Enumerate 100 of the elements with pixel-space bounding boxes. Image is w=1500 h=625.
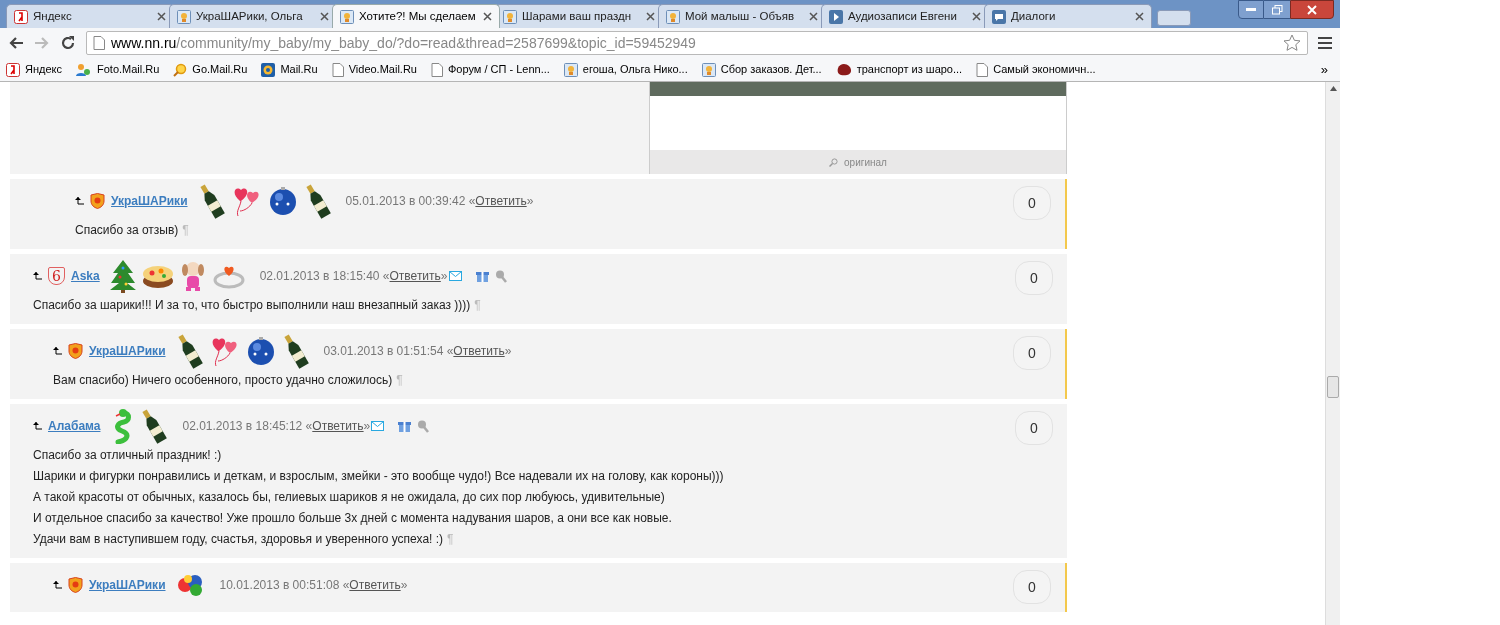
star-icon[interactable] xyxy=(1283,34,1301,52)
comment-text: А такой красоты от обычных, казалось бы, гелиевых шариков я не ожидала, до сих пор любуюсь, удивительные) xyxy=(33,489,665,506)
comment-text: Удачи вам в наступившем году, счастья, здоровья и уверенного успеха! :) xyxy=(33,531,444,548)
reload-icon[interactable] xyxy=(60,35,76,51)
bookmark-item[interactable]: Яндекс xyxy=(6,61,62,78)
tab-title: Аудиозаписи Евгени xyxy=(848,8,958,24)
comment-date: 10.01.2013 в 00:51:08 « xyxy=(219,577,350,594)
pilcrow-mark: ¶ xyxy=(182,222,189,239)
scrollbar-thumb[interactable] xyxy=(1327,376,1339,398)
document-icon xyxy=(430,62,443,77)
bookmark-item[interactable]: Go.Mail.Ru xyxy=(173,61,248,78)
toy-dog-icon xyxy=(179,260,206,292)
comment-text: Спасибо за шарики!!! И за то, что быстро выполнили наш внезапный заказ )))) xyxy=(33,297,471,314)
comment-date: 05.01.2013 в 00:39:42 « xyxy=(345,193,476,210)
bookmark-item[interactable]: Video.Mail.Ru xyxy=(331,61,417,78)
quote-mark: » xyxy=(440,268,448,285)
tab-title: Шарами ваш праздн xyxy=(522,8,633,24)
quote-mark: » xyxy=(526,193,534,210)
close-window-button[interactable] xyxy=(1290,0,1334,19)
vote-count[interactable]: 0 xyxy=(1015,411,1053,445)
rank-shield-icon xyxy=(68,577,83,593)
bookmark-item[interactable]: Сбор заказов. Дет... xyxy=(701,61,822,78)
comment-date: 02.01.2013 в 18:15:40 « xyxy=(259,268,390,285)
envelope-icon[interactable] xyxy=(448,271,462,281)
christmas-tree-icon xyxy=(109,259,136,293)
reply-link[interactable]: Ответить xyxy=(349,576,401,594)
champagne-bottle-icon xyxy=(140,408,169,444)
tab-title: УкраШАРики, Ольга xyxy=(196,8,304,24)
comment-text: Спасибо за отзыв) xyxy=(75,222,179,239)
author-link[interactable]: Aska xyxy=(71,267,100,285)
author-link[interactable]: УкраШАРики xyxy=(89,576,166,594)
blot-icon xyxy=(835,62,852,77)
pilcrow-mark: ¶ xyxy=(474,297,481,314)
favicon-icon xyxy=(666,9,680,24)
chat-icon xyxy=(992,9,1006,24)
close-icon[interactable] xyxy=(646,12,655,21)
close-icon[interactable] xyxy=(809,12,818,21)
comment-date: 03.01.2013 в 01:51:54 « xyxy=(323,343,454,360)
reply-link[interactable]: Ответить xyxy=(475,192,527,210)
rank-shield-icon xyxy=(68,343,83,359)
close-icon[interactable] xyxy=(1135,12,1144,21)
rank-badge: 6 xyxy=(48,267,65,285)
reply-link[interactable]: Ответить xyxy=(389,267,441,285)
vote-count[interactable]: 0 xyxy=(1013,186,1051,220)
reply-arrow-icon xyxy=(53,347,62,355)
tab-title: Мой малыш - Объяв xyxy=(685,8,796,24)
browser-tab[interactable]: Хотите?! Мы сделаем xyxy=(332,4,500,28)
pilcrow-mark: ¶ xyxy=(447,531,454,548)
url-text: www.nn.ru/community/my_baby/my_baby_do/?do=read&thread=2587699&topic_id=59452949 xyxy=(111,33,696,53)
reply-arrow-icon xyxy=(33,272,42,280)
comment-text: Вам спасибо) Ничего особенного, просто удачно сложилось) xyxy=(53,372,393,389)
bookmark-item[interactable]: егоша, Ольга Нико... xyxy=(563,61,688,78)
magnifier-icon xyxy=(173,62,188,77)
favicon-icon xyxy=(563,62,578,77)
bookmark-item[interactable]: транспорт из шаро... xyxy=(835,61,963,78)
vote-count[interactable]: 0 xyxy=(1015,261,1053,295)
close-icon[interactable] xyxy=(483,12,492,21)
tab-title: Яндекс xyxy=(33,8,73,24)
close-icon xyxy=(1307,4,1317,15)
favicon-icon xyxy=(340,9,354,24)
document-icon xyxy=(93,36,105,50)
comment-text: Спасибо за отличный праздник! :) xyxy=(33,447,222,464)
bookmark-item[interactable]: Foto.Mail.Ru xyxy=(76,61,160,78)
favicon-icon xyxy=(701,62,716,77)
tab-title: Диалоги xyxy=(1011,8,1057,24)
pilcrow-mark: ¶ xyxy=(396,372,403,389)
reply-link[interactable]: Ответить xyxy=(453,342,505,360)
scroll-up-icon[interactable] xyxy=(1329,86,1337,91)
author-link[interactable]: УкраШАРики xyxy=(111,192,188,210)
reply-arrow-icon xyxy=(53,581,62,589)
minimize-button[interactable] xyxy=(1238,0,1264,19)
close-icon[interactable] xyxy=(320,12,329,21)
reply-link[interactable]: Ответить xyxy=(312,417,364,435)
yandex-logo-icon xyxy=(6,62,20,77)
bookmark-item[interactable]: Самый экономичн... xyxy=(976,61,1096,78)
menu-icon[interactable] xyxy=(1318,37,1332,49)
cake-icon xyxy=(141,263,174,289)
ornament-ball-icon xyxy=(245,336,276,366)
vote-count[interactable]: 0 xyxy=(1013,570,1051,604)
envelope-icon[interactable] xyxy=(371,421,385,431)
bookmark-item[interactable]: Форум / СП - Lenn... xyxy=(430,61,550,78)
close-icon[interactable] xyxy=(972,12,981,21)
vote-count[interactable]: 0 xyxy=(1013,336,1051,370)
people-icon xyxy=(76,62,92,77)
comment-text: И отдельное спасибо за качество! Уже прошло больше 3х дней с момента надувания шаров, а они все как новые. xyxy=(33,510,672,527)
play-icon xyxy=(829,9,843,24)
back-arrow-icon[interactable] xyxy=(8,36,24,50)
maximize-button[interactable] xyxy=(1264,0,1290,19)
browser-tab[interactable]: Диалоги xyxy=(984,4,1152,28)
bookmarks-overflow-button[interactable]: » xyxy=(1320,59,1328,80)
favicon-icon xyxy=(503,9,517,24)
reply-arrow-icon xyxy=(33,422,42,430)
close-icon[interactable] xyxy=(157,12,166,21)
quote-mark: » xyxy=(504,343,512,360)
author-link[interactable]: УкраШАРики xyxy=(89,342,166,360)
author-link[interactable]: Алабама xyxy=(48,417,101,435)
at-sign-icon xyxy=(261,62,276,77)
search-icon xyxy=(829,157,839,167)
address-bar[interactable]: www.nn.ru/community/my_baby/my_baby_do/?do=read&thread=2587699&topic_id=59452949 xyxy=(86,31,1308,55)
bookmark-item[interactable]: Mail.Ru xyxy=(261,61,318,78)
